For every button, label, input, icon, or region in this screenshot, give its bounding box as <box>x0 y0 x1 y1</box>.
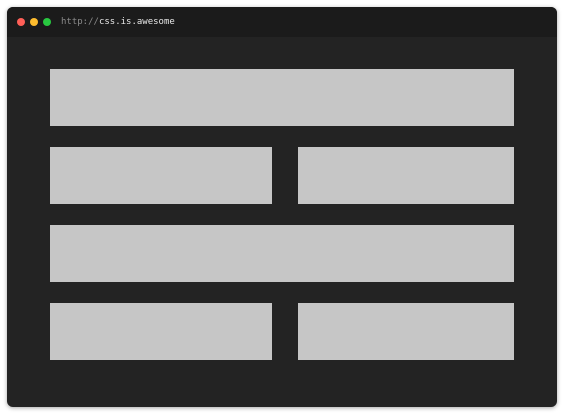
minimize-button[interactable] <box>30 18 38 26</box>
layout-block-left-2 <box>50 303 272 360</box>
layout-block-right-2 <box>298 303 514 360</box>
layout-block-right-1 <box>298 147 514 204</box>
page-content <box>7 37 557 407</box>
layout-block-full-1 <box>50 69 514 126</box>
address-bar[interactable]: http://css.is.awesome <box>61 15 175 29</box>
browser-window: http://css.is.awesome <box>7 7 557 407</box>
close-button[interactable] <box>17 18 25 26</box>
title-bar: http://css.is.awesome <box>7 7 557 37</box>
maximize-button[interactable] <box>43 18 51 26</box>
layout-block-full-2 <box>50 225 514 282</box>
url-protocol: http:// <box>61 17 99 27</box>
url-host: css.is.awesome <box>98 17 175 27</box>
layout-block-left-1 <box>50 147 272 204</box>
